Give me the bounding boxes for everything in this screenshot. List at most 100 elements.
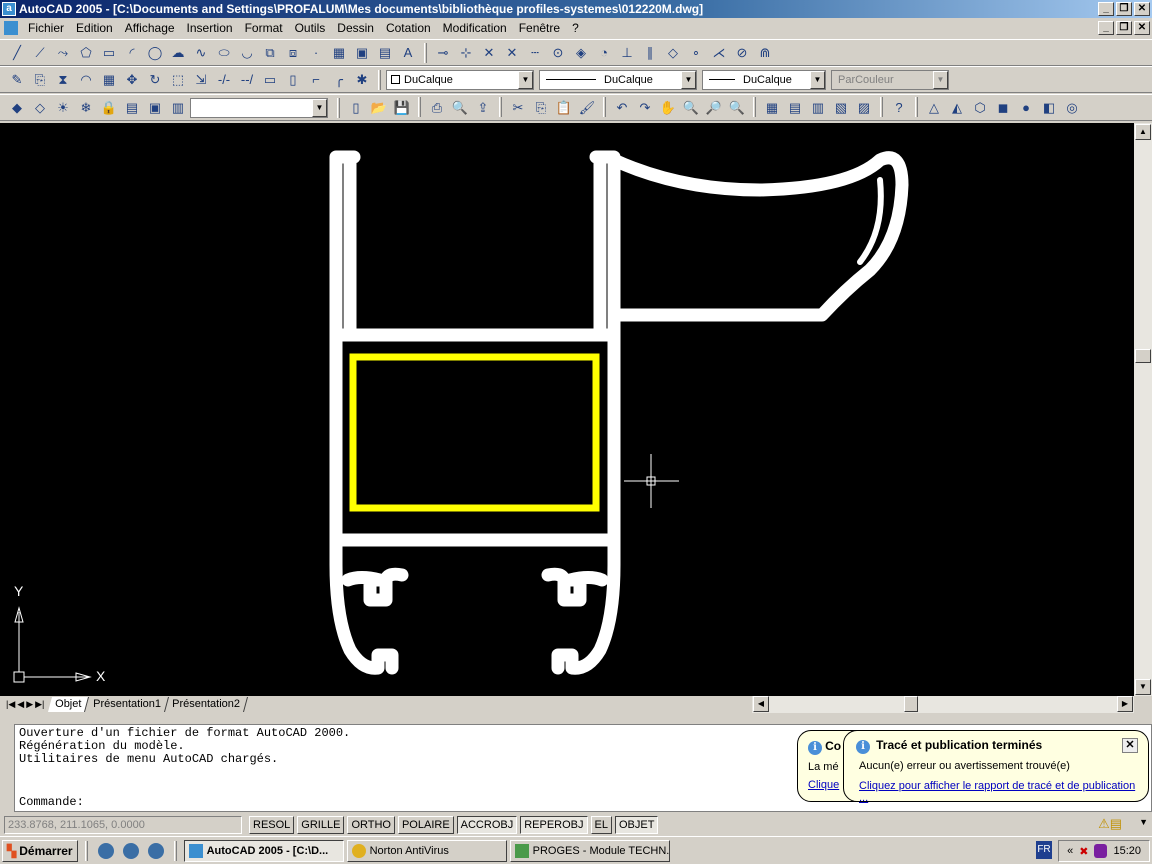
snap-extension-icon[interactable]: ┄ [524,42,546,64]
scale-icon[interactable]: ⬚ [167,69,189,91]
view-shade-icon[interactable]: ◼ [992,97,1014,119]
explode-icon[interactable]: ✱ [351,69,373,91]
chevron-down-icon[interactable]: ▼ [518,70,533,89]
break-icon[interactable]: ▭ [259,69,281,91]
open-icon[interactable]: 📂 [368,97,390,119]
status-menu-arrow-icon[interactable]: ▼ [1139,817,1148,827]
layer-state-icon[interactable]: ▤ [121,97,143,119]
vertical-scrollbar[interactable]: ▲ ▼ [1134,123,1152,696]
quicklaunch-ie-icon[interactable] [122,842,139,859]
lineweight-combo[interactable]: DuCalque ▼ [702,69,826,90]
view-2d-icon[interactable]: △ [923,97,945,119]
layer-select[interactable]: ▼ [190,97,328,118]
help-icon[interactable]: ? [888,97,910,119]
menu-fentre[interactable]: Fenêtre [513,21,566,35]
table-icon[interactable]: ▤ [374,42,396,64]
move-icon[interactable]: ✥ [121,69,143,91]
chevron-down-icon[interactable]: ▼ [312,98,327,117]
status-toggle-resol[interactable]: RESOL [249,816,295,834]
zoom-window-icon[interactable]: 🔎 [703,97,725,119]
preview-icon[interactable]: 🔍 [449,97,471,119]
region-icon[interactable]: ▣ [351,42,373,64]
autocad-app-icon[interactable]: a [2,2,16,16]
task-norton[interactable]: Norton AntiVirus [346,839,507,862]
menu-fichier[interactable]: Fichier [22,21,70,35]
offset-icon[interactable]: ◠ [75,69,97,91]
match-prop-icon[interactable]: 🖌 [576,97,598,119]
clock[interactable]: 15:20 [1113,845,1141,857]
new-icon[interactable]: ▯ [345,97,367,119]
snap-midpoint-icon[interactable]: ⊹ [455,42,477,64]
snap-insert-icon[interactable]: ◇ [662,42,684,64]
snap-nearest-icon[interactable]: ⋌ [708,42,730,64]
quicklaunch-desktop-icon[interactable] [97,842,114,859]
view-render-icon[interactable]: ● [1015,97,1037,119]
save-icon[interactable]: 💾 [391,97,413,119]
cut-icon[interactable]: ✂ [507,97,529,119]
minimize-button[interactable]: _ [1098,2,1114,16]
properties-icon[interactable]: ▦ [761,97,783,119]
paste-icon[interactable]: 📋 [553,97,575,119]
snap-center-icon[interactable]: ⊙ [547,42,569,64]
tab-presentation2[interactable]: Présentation2 [164,697,248,712]
snap-perpendicular-icon[interactable]: ⊥ [616,42,638,64]
scroll-down-button[interactable]: ▼ [1135,679,1151,695]
notification-balloon[interactable]: i Tracé et publication terminés Aucun(e)… [843,730,1149,804]
design-center-icon[interactable]: ▤ [784,97,806,119]
restore-button[interactable]: ❐ [1116,2,1132,16]
insert-block-icon[interactable]: ⧉ [259,42,281,64]
view-3d-icon[interactable]: ⬡ [969,97,991,119]
view-orbit-icon[interactable]: ◎ [1061,97,1083,119]
chevron-down-icon[interactable]: ▼ [810,70,825,89]
construction-line-icon[interactable]: ⟋ [29,42,51,64]
balloon-close-button[interactable]: ✕ [1122,738,1138,753]
text-icon[interactable]: A [397,42,419,64]
array-icon[interactable]: ▦ [98,69,120,91]
tray-app-icon[interactable] [1094,844,1108,858]
menu-edition[interactable]: Edition [70,21,119,35]
snap-endpoint-icon[interactable]: ⊸ [432,42,454,64]
make-block-icon[interactable]: ⧈ [282,42,304,64]
start-button[interactable]: ▚ Démarrer [2,839,78,862]
command-prompt[interactable]: Commande: [19,796,84,809]
layer-manager-icon[interactable]: ◆ [6,97,28,119]
tray-warning-icon[interactable]: ⚠▤ [1098,816,1122,832]
tab-presentation1[interactable]: Présentation1 [85,697,169,712]
doc-minimize-button[interactable]: _ [1098,21,1114,35]
fillet-icon[interactable]: ╭ [328,69,350,91]
snap-node-icon[interactable]: ∘ [685,42,707,64]
quicklaunch-mediaplayer-icon[interactable] [147,842,164,859]
spline-icon[interactable]: ∿ [190,42,212,64]
mirror-icon[interactable]: ⧗ [52,69,74,91]
copy-clip-icon[interactable]: ⎘ [530,97,552,119]
layer-previous-icon[interactable]: ◇ [29,97,51,119]
horizontal-scrollbar[interactable]: ◀ ▶ [752,696,1134,713]
language-indicator[interactable]: FR [1036,841,1052,859]
task-autocad[interactable]: AutoCAD 2005 - [C:\D... [183,839,344,862]
chamfer-icon[interactable]: ⌐ [305,69,327,91]
snap-parallel-icon[interactable]: ∥ [639,42,661,64]
hscroll-thumb[interactable] [904,696,918,712]
ellipse-arc-icon[interactable]: ◡ [236,42,258,64]
erase-icon[interactable]: ✎ [6,69,28,91]
menu-dessin[interactable]: Dessin [331,21,380,35]
snap-tangent-icon[interactable]: ◔ [593,42,615,64]
menu-outils[interactable]: Outils [289,21,332,35]
zoom-realtime-icon[interactable]: 🔍 [680,97,702,119]
print-icon[interactable]: ⎙ [426,97,448,119]
layer-combo[interactable]: DuCalque ▼ [386,69,534,90]
layer-icon[interactable]: ▥ [167,97,189,119]
menu-insertion[interactable]: Insertion [181,21,239,35]
polyline-icon[interactable]: ⤳ [52,42,74,64]
status-toggle-polaire[interactable]: POLAIRE [397,816,454,834]
network-disconnected-icon[interactable]: ✖ [1079,845,1088,858]
tool-palettes-icon[interactable]: ▥ [807,97,829,119]
rectangle-icon[interactable]: ▭ [98,42,120,64]
hatch-icon[interactable]: ▦ [328,42,350,64]
menu-format[interactable]: Format [239,21,289,35]
view-box-icon[interactable]: ◧ [1038,97,1060,119]
redo-icon[interactable]: ↷ [634,97,656,119]
circle-icon[interactable]: ◯ [144,42,166,64]
polygon-icon[interactable]: ⬠ [75,42,97,64]
status-toggle-objet[interactable]: OBJET [614,816,659,834]
